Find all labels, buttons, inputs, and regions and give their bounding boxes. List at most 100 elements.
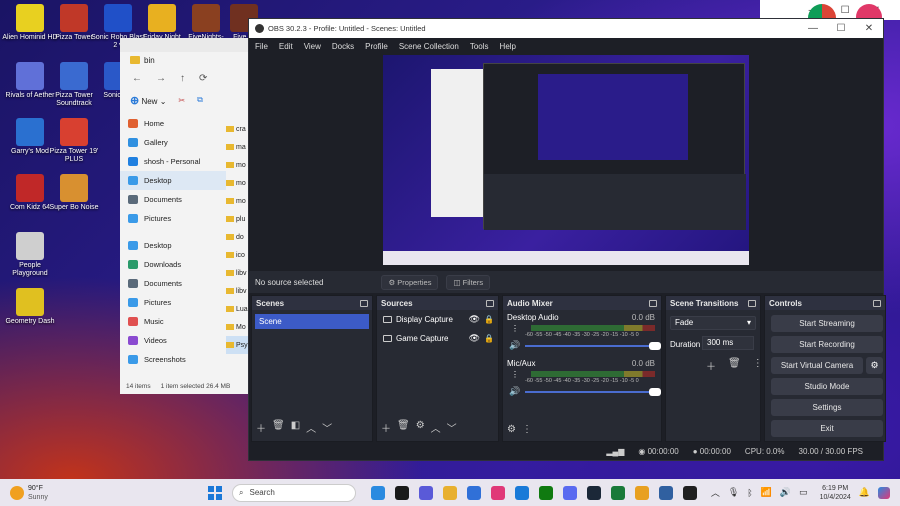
- menu-icon[interactable]: ⋮: [522, 424, 532, 435]
- wifi-icon[interactable]: 📶: [761, 487, 772, 498]
- taskbar-app-icon[interactable]: [611, 485, 625, 500]
- track-menu-icon[interactable]: ⋮: [511, 324, 519, 333]
- nav-item[interactable]: Desktop: [120, 236, 226, 255]
- taskbar-app-icon[interactable]: [443, 485, 457, 500]
- slider-handle[interactable]: [649, 388, 661, 396]
- nav-item[interactable]: Downloads: [120, 255, 226, 274]
- taskbar-app-icon[interactable]: [419, 485, 433, 500]
- source-item[interactable]: Game Capture 👁 🔒: [377, 329, 498, 348]
- file-item[interactable]: cra: [226, 120, 250, 138]
- start-virtual-camera-button[interactable]: Start Virtual Camera: [771, 357, 863, 374]
- duration-input[interactable]: 300 ms: [702, 336, 754, 350]
- filter-icon[interactable]: ◧: [291, 420, 300, 435]
- delete-transition-icon[interactable]: 🗑: [728, 358, 741, 373]
- lock-icon[interactable]: 🔒: [484, 334, 494, 343]
- file-item[interactable]: Psy: [226, 336, 250, 354]
- nav-item[interactable]: shosh - Personal: [120, 152, 226, 171]
- menu-item[interactable]: Docks: [332, 42, 354, 51]
- menu-item[interactable]: Tools: [470, 42, 489, 51]
- file-item[interactable]: libv: [226, 282, 250, 300]
- taskbar-app-icon[interactable]: [467, 485, 481, 500]
- nav-item[interactable]: Gallery: [120, 133, 226, 152]
- taskbar-app-icon[interactable]: [515, 485, 529, 500]
- properties-button[interactable]: ⚙ Properties: [381, 274, 439, 290]
- desktop-icon[interactable]: Geometry Dash: [2, 288, 58, 326]
- move-up-icon[interactable]: ︿: [431, 420, 441, 435]
- file-item[interactable]: mo: [226, 192, 250, 210]
- popout-icon[interactable]: [649, 299, 657, 307]
- track-menu-icon[interactable]: ⋮: [511, 370, 519, 379]
- add-transition-icon[interactable]: ＋: [706, 358, 716, 373]
- file-item[interactable]: Mo: [226, 318, 250, 336]
- taskbar-app-icon[interactable]: [587, 485, 601, 500]
- start-recording-button[interactable]: Start Recording: [771, 336, 883, 353]
- explorer-tab[interactable]: bin: [120, 52, 250, 68]
- back-icon[interactable]: ←: [132, 73, 142, 84]
- nav-item[interactable]: Pictures: [120, 209, 226, 228]
- virtual-camera-settings-icon[interactable]: ⚙: [866, 357, 883, 374]
- speaker-icon[interactable]: 🔊: [509, 386, 520, 397]
- filters-button[interactable]: ◫ Filters: [446, 274, 491, 290]
- notification-icon[interactable]: 🔔: [859, 487, 870, 498]
- move-down-icon[interactable]: ﹀: [447, 420, 457, 435]
- add-icon[interactable]: ＋: [381, 420, 391, 435]
- taskbar-app-icon[interactable]: [539, 485, 553, 500]
- popout-icon[interactable]: [360, 299, 368, 307]
- up-icon[interactable]: ↑: [180, 73, 185, 84]
- gear-icon[interactable]: ⚙: [416, 420, 425, 435]
- volume-slider[interactable]: [525, 388, 661, 396]
- chevron-up-icon[interactable]: ︿: [711, 486, 720, 499]
- bluetooth-icon[interactable]: ᛒ: [747, 488, 752, 498]
- popout-icon[interactable]: [486, 299, 494, 307]
- volume-icon[interactable]: 🔊: [780, 487, 791, 498]
- source-item[interactable]: Display Capture 👁 🔒: [377, 310, 498, 329]
- slider-handle[interactable]: [649, 342, 661, 350]
- menu-item[interactable]: Edit: [279, 42, 293, 51]
- file-item[interactable]: Lua: [226, 300, 250, 318]
- weather-widget[interactable]: 90°F Sunny: [0, 484, 190, 502]
- search-box[interactable]: ⌕ Search: [232, 483, 356, 502]
- preview-canvas[interactable]: [383, 55, 749, 265]
- forward-icon[interactable]: →: [156, 73, 166, 84]
- menu-item[interactable]: Scene Collection: [399, 42, 459, 51]
- nav-item[interactable]: Videos: [120, 331, 226, 350]
- new-button[interactable]: ⊕ New ⌄: [130, 94, 166, 107]
- nav-item[interactable]: Home: [120, 114, 226, 133]
- file-item[interactable]: ico: [226, 246, 250, 264]
- taskbar-app-icon[interactable]: [563, 485, 577, 500]
- eye-icon[interactable]: 👁: [469, 333, 480, 344]
- delete-icon[interactable]: 🗑: [272, 420, 285, 435]
- menu-item[interactable]: File: [255, 42, 268, 51]
- nav-item[interactable]: Documents: [120, 190, 226, 209]
- file-item[interactable]: libv: [226, 264, 250, 282]
- speaker-icon[interactable]: 🔊: [509, 340, 520, 351]
- nav-item[interactable]: Documents: [120, 274, 226, 293]
- close-icon[interactable]: ✕: [855, 23, 883, 34]
- cut-icon[interactable]: ✂: [178, 96, 185, 105]
- move-down-icon[interactable]: ﹀: [322, 420, 332, 435]
- copilot-icon[interactable]: [878, 486, 890, 499]
- taskbar-app-icon[interactable]: [371, 485, 385, 500]
- maximize-icon[interactable]: ☐: [827, 23, 855, 34]
- file-item[interactable]: ma: [226, 138, 250, 156]
- nav-item[interactable]: Screenshots: [120, 350, 226, 369]
- start-icon[interactable]: [208, 485, 222, 500]
- start-streaming-button[interactable]: Start Streaming: [771, 315, 883, 332]
- menu-item[interactable]: Profile: [365, 42, 388, 51]
- desktop-icon[interactable]: People Playground: [2, 232, 58, 278]
- transition-select[interactable]: Fade ▾: [670, 316, 756, 330]
- popout-icon[interactable]: [748, 299, 756, 307]
- file-item[interactable]: mo: [226, 174, 250, 192]
- desktop-icon[interactable]: Pizza Tower 19' PLUS: [46, 118, 102, 164]
- refresh-icon[interactable]: ⟳: [199, 73, 207, 84]
- menu-item[interactable]: View: [304, 42, 321, 51]
- studio-mode-button[interactable]: Studio Mode: [771, 378, 883, 395]
- taskbar-app-icon[interactable]: [683, 485, 697, 500]
- menu-item[interactable]: Help: [500, 42, 516, 51]
- popout-icon[interactable]: [873, 299, 881, 307]
- clock[interactable]: 6:19 PM 10/4/2024: [820, 484, 851, 502]
- exit-button[interactable]: Exit: [771, 420, 883, 437]
- battery-icon[interactable]: ▭: [799, 487, 808, 498]
- lock-icon[interactable]: 🔒: [484, 315, 494, 324]
- add-icon[interactable]: ＋: [256, 420, 266, 435]
